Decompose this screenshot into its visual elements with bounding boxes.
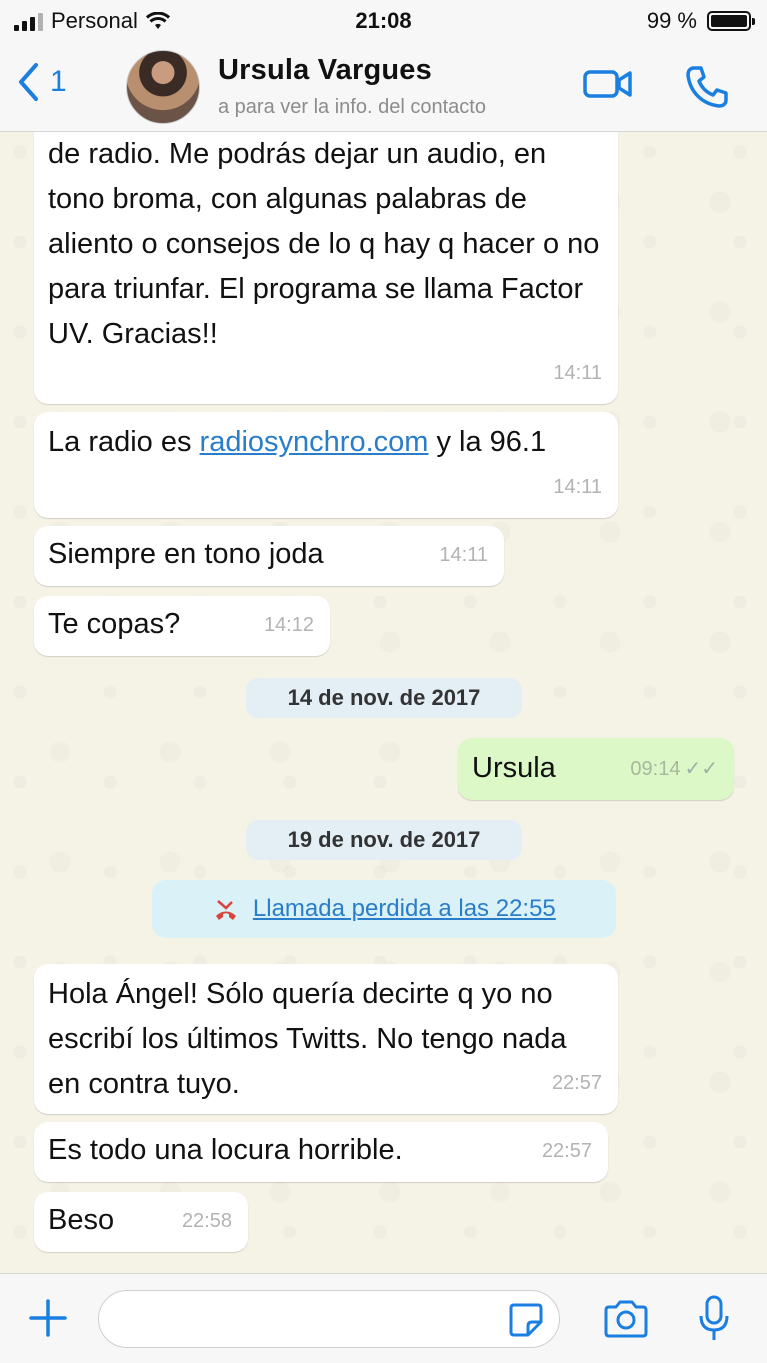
message-time: 14:12 <box>263 614 314 636</box>
message-text-part: La radio es <box>48 426 200 458</box>
message-outgoing[interactable]: Ursula 09:14 ✓✓ <box>458 738 734 800</box>
message-text: Hola Ángel! Sólo quería decirte q yo no … <box>48 978 567 1100</box>
status-bar: Personal 21:08 99 % <box>0 0 767 42</box>
back-count: 1 <box>50 65 67 98</box>
message-incoming[interactable]: La radio es radiosynchro.com y la 96.1 1… <box>34 412 618 518</box>
message-time: 09:14 ✓✓ <box>630 747 718 792</box>
message-time: 14:11 <box>439 544 488 566</box>
back-button[interactable]: 1 <box>16 62 67 102</box>
missed-call-notice[interactable]: Llamada perdida a las 22:55 <box>152 880 616 938</box>
message-link[interactable]: radiosynchro.com <box>200 426 429 458</box>
message-incoming[interactable]: Beso 22:58 <box>34 1192 248 1252</box>
message-time-value: 09:14 <box>630 758 681 780</box>
message-input[interactable] <box>98 1290 560 1348</box>
missed-call-label: Llamada perdida a las 22:55 <box>252 895 556 922</box>
date-separator: 14 de nov. de 2017 <box>246 678 522 718</box>
battery-percent: 99 % <box>646 8 697 33</box>
plus-icon[interactable] <box>28 1298 68 1338</box>
message-incoming[interactable]: Siempre en tono joda 14:11 <box>34 526 504 586</box>
message-incoming[interactable]: Es todo una locura horrible. 22:57 <box>34 1122 608 1182</box>
message-incoming[interactable]: Hola Ángel! Sólo quería decirte q yo no … <box>34 964 618 1114</box>
phone-icon[interactable] <box>684 64 730 110</box>
contact-subtitle[interactable]: a para ver la info. del contacto <box>218 96 563 119</box>
message-text: La radio es radiosynchro.com y la 96.1 <box>48 420 604 465</box>
avatar[interactable] <box>126 50 200 124</box>
message-text-part: y la 96.1 <box>428 426 547 458</box>
message-time: 14:11 <box>553 476 602 498</box>
status-right: 99 % <box>646 8 755 34</box>
chat-area[interactable]: de radio. Me podrás dejar un audio, en t… <box>0 132 767 1273</box>
missed-call-icon <box>216 899 237 920</box>
message-time: 14:11 <box>553 362 602 384</box>
chat-header: 1 Ursula Vargues a para ver la info. del… <box>0 42 767 132</box>
video-call-icon[interactable] <box>582 64 634 104</box>
microphone-icon[interactable] <box>696 1294 732 1344</box>
read-ticks-icon: ✓✓ <box>684 758 718 780</box>
message-incoming[interactable]: Te copas? 14:12 <box>34 596 330 656</box>
message-text: Es todo una locura horrible. <box>48 1134 403 1166</box>
message-text: Siempre en tono joda <box>48 538 324 570</box>
message-text: de radio. Me podrás dejar un audio, en t… <box>48 138 600 350</box>
input-bar <box>0 1273 767 1363</box>
camera-icon[interactable] <box>602 1298 650 1340</box>
message-time: 22:57 <box>541 1140 592 1162</box>
battery-fill <box>711 15 747 27</box>
date-separator: 19 de nov. de 2017 <box>246 820 522 860</box>
message-time: 22:58 <box>181 1210 232 1232</box>
message-incoming[interactable]: de radio. Me podrás dejar un audio, en t… <box>34 132 618 404</box>
sticker-icon[interactable] <box>508 1302 544 1338</box>
battery-icon <box>707 11 755 31</box>
chevron-left-icon <box>19 63 38 101</box>
message-time: 22:57 <box>551 1072 602 1094</box>
contact-name[interactable]: Ursula Vargues <box>218 54 432 87</box>
